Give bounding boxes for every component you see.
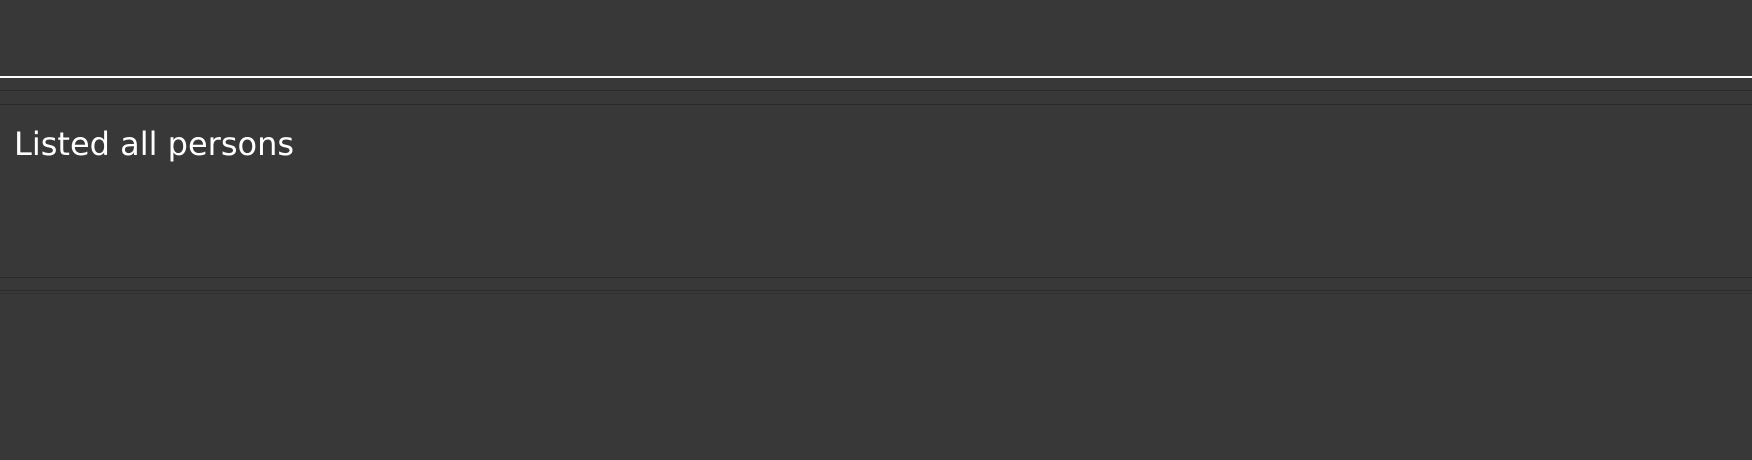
person-list-panel[interactable] — [0, 294, 1752, 460]
divider — [0, 290, 1752, 291]
result-message: Listed all persons — [14, 125, 295, 163]
command-input[interactable] — [0, 0, 1752, 76]
command-box[interactable] — [0, 0, 1752, 78]
app-window: Listed all persons — [0, 0, 1752, 460]
result-display: Listed all persons — [0, 105, 1752, 278]
divider — [0, 90, 1752, 91]
